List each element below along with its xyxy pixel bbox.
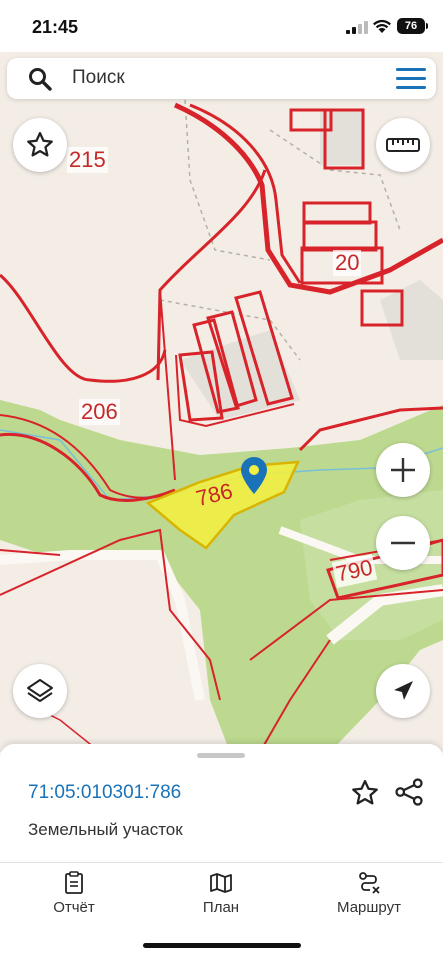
ruler-button[interactable] [376, 118, 430, 172]
layers-icon [27, 679, 53, 702]
parcel-cadastral-number[interactable]: 71:05:010301:786 [28, 782, 181, 804]
tab-report[interactable]: Отчёт [24, 871, 124, 916]
search-bar[interactable] [7, 58, 436, 99]
layers-button[interactable] [13, 664, 67, 718]
parcel-type: Земельный участок [28, 820, 183, 839]
ruler-icon [386, 138, 420, 152]
navigation-arrow-icon [394, 681, 413, 700]
tab-plan-label: План [202, 899, 240, 916]
map-icon [210, 873, 232, 893]
parcel-label-206: 206 [79, 399, 120, 425]
my-location-button[interactable] [376, 664, 430, 718]
report-icon [65, 871, 83, 894]
tab-route-label: Маршрут [337, 899, 401, 916]
parcel-label-20: 20 [333, 250, 362, 276]
share-icon[interactable] [394, 777, 424, 807]
favorites-button[interactable] [13, 118, 67, 172]
route-icon [359, 872, 380, 894]
tab-plan[interactable]: План [171, 871, 271, 916]
sheet-drag-handle[interactable] [197, 753, 245, 758]
minus-icon [391, 541, 415, 545]
wifi-icon [373, 19, 391, 33]
menu-icon[interactable] [396, 68, 426, 90]
tab-report-label: Отчёт [53, 899, 95, 916]
zoom-in-button[interactable] [376, 443, 430, 497]
status-bar: 21:45 76 [0, 0, 443, 52]
signal-icon [346, 21, 368, 34]
tab-route[interactable]: Маршрут [319, 871, 419, 916]
parcel-label-215: 215 [67, 147, 108, 173]
home-indicator [143, 943, 301, 948]
location-pin-icon[interactable] [240, 456, 268, 496]
status-time: 21:45 [32, 17, 79, 37]
favorite-star-icon[interactable] [350, 778, 380, 808]
search-icon[interactable] [28, 67, 52, 91]
battery-indicator: 76 [397, 18, 428, 34]
star-icon [27, 132, 53, 157]
map-view[interactable]: 215 20 206 786 790 [0, 52, 443, 752]
plus-icon [391, 458, 415, 482]
zoom-out-button[interactable] [376, 516, 430, 570]
search-input[interactable] [72, 66, 372, 90]
